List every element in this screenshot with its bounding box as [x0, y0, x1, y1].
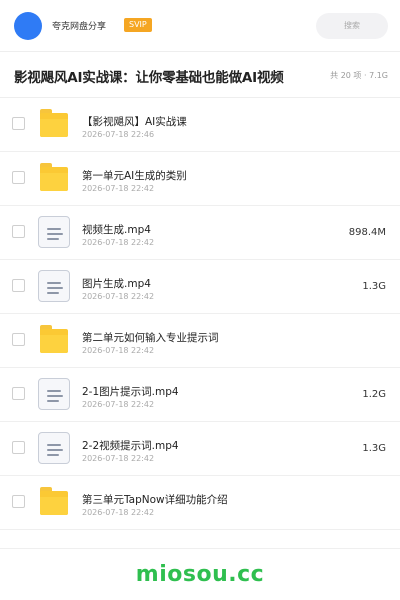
file-name: 视频生成.mp4	[82, 224, 151, 236]
file-date: 2026-07-18 22:42	[82, 184, 155, 193]
app-name: 夸克网盘分享	[52, 22, 107, 32]
file-list: 【影视飓风】AI实战课 2026-07-18 22:46 第一单元AI生成的类别…	[0, 98, 400, 530]
file-size: 1.3G	[362, 281, 386, 292]
list-item[interactable]: 第三单元TapNow详细功能介绍 2026-07-18 22:42	[0, 476, 400, 530]
list-item[interactable]: 【影视飓风】AI实战课 2026-07-18 22:46	[0, 98, 400, 152]
select-checkbox[interactable]	[12, 387, 25, 400]
file-name: 2-1图片提示词.mp4	[82, 386, 179, 398]
file-date: 2026-07-18 22:46	[82, 130, 155, 139]
select-checkbox[interactable]	[12, 441, 25, 454]
file-size: 1.3G	[362, 443, 386, 454]
file-date: 2026-07-18 22:42	[82, 454, 155, 463]
divider	[0, 548, 400, 549]
select-checkbox[interactable]	[12, 279, 25, 292]
vip-badge: SVIP	[124, 18, 152, 32]
file-date: 2026-07-18 22:42	[82, 346, 155, 355]
share-page: 夸克网盘分享 SVIP 搜索 影视飓风AI实战课：让你零基础也能做AI视频 共 …	[0, 0, 400, 600]
video-file-icon	[38, 216, 70, 248]
file-date: 2026-07-18 22:42	[82, 238, 155, 247]
select-checkbox[interactable]	[12, 495, 25, 508]
video-file-icon	[38, 270, 70, 302]
select-checkbox[interactable]	[12, 225, 25, 238]
title-row: 影视飓风AI实战课：让你零基础也能做AI视频 共 20 项 · 7.1G	[0, 52, 400, 98]
list-item[interactable]: 第二单元如何输入专业提示词 2026-07-18 22:42	[0, 314, 400, 368]
item-count-meta: 共 20 项 · 7.1G	[330, 71, 388, 80]
watermark: miosou.cc	[135, 562, 265, 587]
file-date: 2026-07-18 22:42	[82, 400, 155, 409]
file-name: 图片生成.mp4	[82, 278, 151, 290]
file-size: 1.2G	[362, 389, 386, 400]
list-item[interactable]: 视频生成.mp4 2026-07-18 22:42 898.4M	[0, 206, 400, 260]
select-checkbox[interactable]	[12, 171, 25, 184]
header-bar: 夸克网盘分享 SVIP 搜索	[0, 0, 400, 52]
file-name: 第二单元如何输入专业提示词	[82, 332, 219, 344]
file-date: 2026-07-18 22:42	[82, 292, 155, 301]
select-checkbox[interactable]	[12, 333, 25, 346]
list-item[interactable]: 第一单元AI生成的类别 2026-07-18 22:42	[0, 152, 400, 206]
file-name: 2-2视频提示词.mp4	[82, 440, 179, 452]
video-file-icon	[38, 378, 70, 410]
page-title: 影视飓风AI实战课：让你零基础也能做AI视频	[14, 70, 284, 86]
file-size: 898.4M	[348, 227, 386, 238]
file-name: 第一单元AI生成的类别	[82, 170, 187, 182]
folder-icon	[40, 163, 68, 191]
list-item[interactable]: 图片生成.mp4 2026-07-18 22:42 1.3G	[0, 260, 400, 314]
file-name: 第三单元TapNow详细功能介绍	[82, 494, 228, 506]
file-name: 【影视飓风】AI实战课	[82, 116, 187, 128]
folder-icon	[40, 325, 68, 353]
video-file-icon	[38, 432, 70, 464]
avatar[interactable]	[14, 12, 42, 40]
folder-icon	[40, 109, 68, 137]
list-item[interactable]: 2-1图片提示词.mp4 2026-07-18 22:42 1.2G	[0, 368, 400, 422]
select-checkbox[interactable]	[12, 117, 25, 130]
file-date: 2026-07-18 22:42	[82, 508, 155, 517]
list-item[interactable]: 2-2视频提示词.mp4 2026-07-18 22:42 1.3G	[0, 422, 400, 476]
folder-icon	[40, 487, 68, 515]
search-input[interactable]: 搜索	[316, 13, 388, 39]
